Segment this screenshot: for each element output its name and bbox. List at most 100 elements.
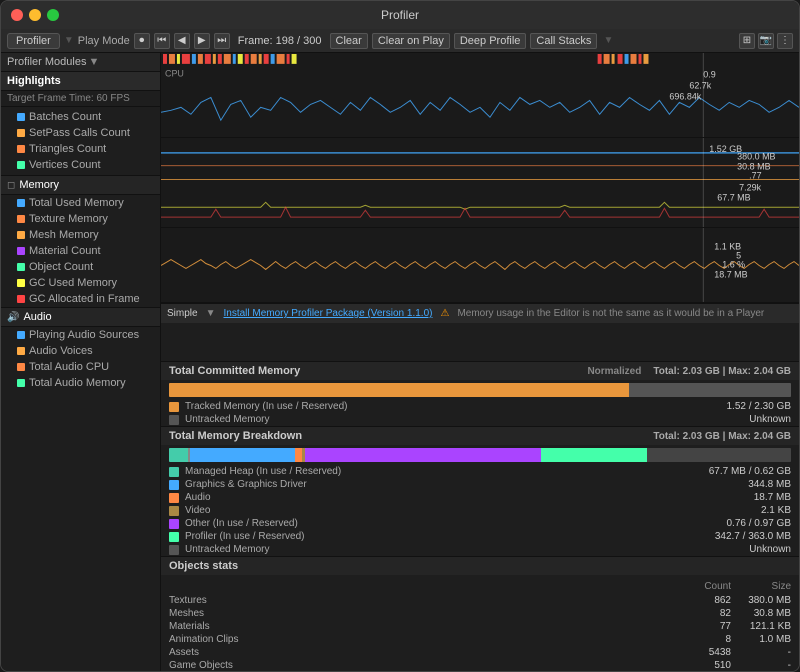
materials-row: Materials 77 121.1 KB [169,620,791,633]
cpu-graph-svg: CPU 0.9 62.7k 696.84k [161,53,799,137]
vertices-count-label: Vertices Count [29,159,101,171]
clear-button[interactable]: Clear [330,33,368,49]
graphics-value: 344.8 MB [711,479,791,490]
traffic-lights [11,9,59,21]
size-header: Size [731,581,791,592]
next-button[interactable]: ▶ [194,33,210,49]
audio-graph-timeline[interactable]: 1.1 KB 5 1.6 % 18.7 MB [161,228,799,302]
cpu-graph-timeline[interactable]: CPU 0.9 62.7k 696.84k [161,53,799,137]
other-row: Other (In use / Reserved) 0.76 / 0.97 GB [161,517,799,530]
untracked-bar [647,448,791,462]
tracked-memory-dot [169,402,179,412]
total-breakdown-label: Total Memory Breakdown [169,430,302,442]
total-audio-cpu-item[interactable]: Total Audio CPU [1,359,160,375]
modules-label: Profiler Modules [7,56,86,68]
total-audio-memory-item[interactable]: Total Audio Memory [1,375,160,391]
graphs-area: CPU 0.9 62.7k 696.84k [161,53,799,361]
modules-dropdown-arrow[interactable]: ▼ [88,56,99,68]
audio-voices-color [17,347,25,355]
target-frame-info: Target Frame Time: 60 FPS [1,91,160,107]
profiler-tab[interactable]: Profiler [7,33,60,49]
memory-graph-timeline[interactable]: 1.52 GB 380.0 MB 30.8 MB .77 7.29k 67.7 … [161,138,799,227]
untracked-value: Unknown [711,544,791,555]
svg-text:380.0 MB: 380.0 MB [737,152,775,162]
objects-col-headers: Count Size [169,579,791,594]
setpass-count-item[interactable]: SetPass Calls Count [1,125,160,141]
batches-count-item[interactable]: Batches Count [1,109,160,125]
total-audio-memory-color [17,379,25,387]
svg-text:0.9: 0.9 [703,70,715,80]
untracked-memory-label: Untracked Memory [185,414,705,425]
untracked-memory-bar [629,383,791,397]
batches-count-color [17,113,25,121]
next-frame-button[interactable]: ⏭ [214,33,230,49]
more-button[interactable]: ⋮ [777,33,793,49]
total-committed-label: Total Committed Memory [169,365,300,377]
gc-allocated-item[interactable]: GC Allocated in Frame [1,291,160,307]
tracked-memory-label: Tracked Memory (In use / Reserved) [185,401,705,412]
record-button[interactable]: ⏺ [134,33,150,49]
audio-dot [169,493,179,503]
warning-icon: ⚠ [440,308,449,319]
material-count-item[interactable]: Material Count [1,243,160,259]
simple-arrow[interactable]: ▼ [206,308,216,319]
audio-voices-item[interactable]: Audio Voices [1,343,160,359]
materials-label: Materials [169,621,671,632]
texture-memory-item[interactable]: Texture Memory [1,211,160,227]
profiler-row: Profiler (In use / Reserved) 342.7 / 363… [161,530,799,543]
gc-used-memory-item[interactable]: GC Used Memory [1,275,160,291]
simple-dropdown[interactable]: Simple [167,308,198,319]
svg-text:CPU: CPU [165,69,184,79]
total-used-memory-item[interactable]: Total Used Memory [1,195,160,211]
audio-icon: 🔊 [7,312,19,323]
total-audio-cpu-label: Total Audio CPU [29,361,109,373]
prev-button[interactable]: ◀ [174,33,190,49]
screenshot-button[interactable]: 📷 [758,33,774,49]
memory-header-left: ◻ Memory [1,176,160,195]
untracked-row: Untracked Memory Unknown [161,543,799,556]
materials-size: 121.1 KB [731,621,791,632]
untracked-memory-value: Unknown [711,414,791,425]
minimize-button[interactable] [29,9,41,21]
count-header: Count [671,581,731,592]
graphics-label: Graphics & Graphics Driver [185,479,705,490]
textures-label: Textures [169,595,671,606]
breakdown-bar [169,448,791,462]
layout-button[interactable]: ⊞ [739,33,755,49]
memory-graph-row: 1.52 GB 380.0 MB 30.8 MB .77 7.29k 67.7 … [161,138,799,228]
frame-info: Frame: 198 / 300 [238,35,322,47]
mesh-memory-item[interactable]: Mesh Memory [1,227,160,243]
playing-audio-label: Playing Audio Sources [29,329,139,341]
gc-allocated-label: GC Allocated in Frame [29,293,140,305]
deep-profile-button[interactable]: Deep Profile [454,33,527,49]
clear-on-play-button[interactable]: Clear on Play [372,33,450,49]
texture-memory-label: Texture Memory [29,213,108,225]
maximize-button[interactable] [47,9,59,21]
memory-section-left: ◻ Memory Total Used Memory Texture Memor… [1,175,160,307]
meshes-label: Meshes [169,608,671,619]
audio-graph-svg: 1.1 KB 5 1.6 % 18.7 MB [161,228,799,302]
playing-audio-item[interactable]: Playing Audio Sources [1,327,160,343]
profiler-value: 342.7 / 363.0 MB [711,531,791,542]
gc-used-memory-color [17,279,25,287]
audio-graph-row: 1.1 KB 5 1.6 % 18.7 MB [161,228,799,303]
close-button[interactable] [11,9,23,21]
audio-label-breakdown: Audio [185,492,705,503]
animation-clips-size: 1.0 MB [731,634,791,645]
object-count-item[interactable]: Object Count [1,259,160,275]
breakdown-bar-area [161,445,799,465]
texture-memory-color [17,215,25,223]
vertices-count-item[interactable]: Vertices Count [1,157,160,173]
call-stacks-button[interactable]: Call Stacks [530,33,597,49]
audio-header-left: 🔊 Audio [1,308,160,327]
total-committed-total: Total: 2.03 GB | Max: 2.04 GB [653,366,791,377]
main-content: Profiler Modules ▼ Highlights Target Fra… [1,53,799,671]
svg-text:696.84k: 696.84k [669,91,701,101]
total-breakdown-title: Total Memory Breakdown Total: 2.03 GB | … [161,427,799,445]
triangles-count-item[interactable]: Triangles Count [1,141,160,157]
untracked-memory-dot [169,415,179,425]
install-link[interactable]: Install Memory Profiler Package (Version… [223,308,432,319]
svg-text:62.7k: 62.7k [689,81,711,91]
prev-frame-button[interactable]: ⏮ [154,33,170,49]
textures-count: 862 [671,595,731,606]
